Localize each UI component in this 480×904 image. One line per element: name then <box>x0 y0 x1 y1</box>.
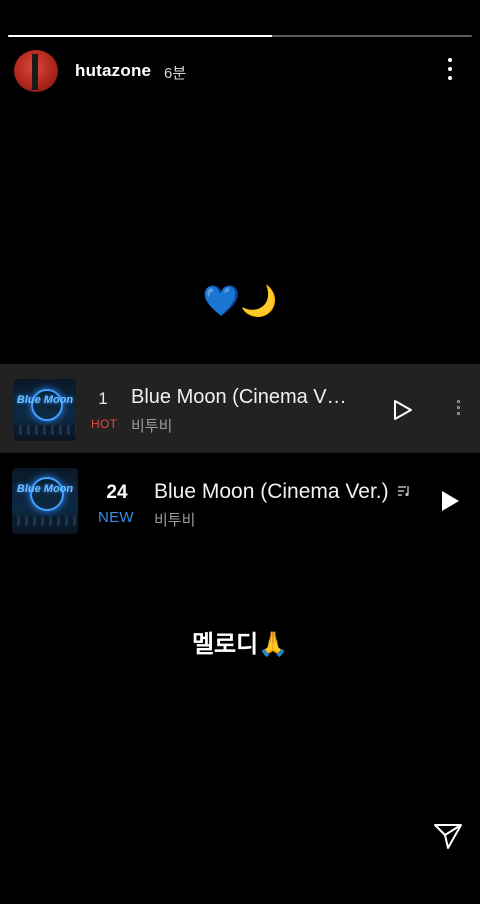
avatar-stripe <box>32 54 38 90</box>
chart-rank: 1 <box>98 389 108 408</box>
story-progress-bar <box>8 35 472 37</box>
status-badge-new: NEW <box>98 509 134 526</box>
status-badge-hot: HOT <box>91 417 118 431</box>
post-time: 6분 <box>164 65 187 82</box>
song-card-new[interactable]: Blue Moon 24 NEW Blue Moon (Cinema Ver.)… <box>0 466 480 538</box>
lyrics-icon[interactable] <box>397 485 411 497</box>
avatar[interactable] <box>14 50 58 92</box>
album-art: Blue Moon <box>12 468 78 534</box>
song-card-hot[interactable]: Blue Moon 1 HOT Blue Moon (Cinema V… 비투비 <box>0 364 480 453</box>
album-art-title: Blue Moon <box>16 483 74 495</box>
more-vertical-icon[interactable] <box>455 400 461 420</box>
story-header: hutazone 6분 <box>14 50 466 92</box>
song-title: Blue Moon (Cinema Ver.) <box>154 480 389 503</box>
album-art-seats <box>14 425 76 435</box>
play-icon[interactable] <box>440 490 460 512</box>
chart-rank: 24 <box>106 482 128 503</box>
play-icon[interactable] <box>392 399 414 421</box>
song-title: Blue Moon (Cinema V… <box>131 386 347 408</box>
song-artist: 비투비 <box>154 512 196 529</box>
album-art-title: Blue Moon <box>16 394 74 406</box>
more-options-icon[interactable] <box>446 58 454 84</box>
story-emoji-text: 💙🌙 <box>202 285 278 318</box>
song-artist: 비투비 <box>131 418 173 435</box>
album-art-seats <box>12 516 78 526</box>
send-icon[interactable] <box>433 822 463 850</box>
story-progress-fill <box>8 35 273 37</box>
album-art: Blue Moon <box>14 379 76 441</box>
story-caption: 멜로디🙏 <box>191 631 289 658</box>
username[interactable]: hutazone <box>75 61 151 81</box>
